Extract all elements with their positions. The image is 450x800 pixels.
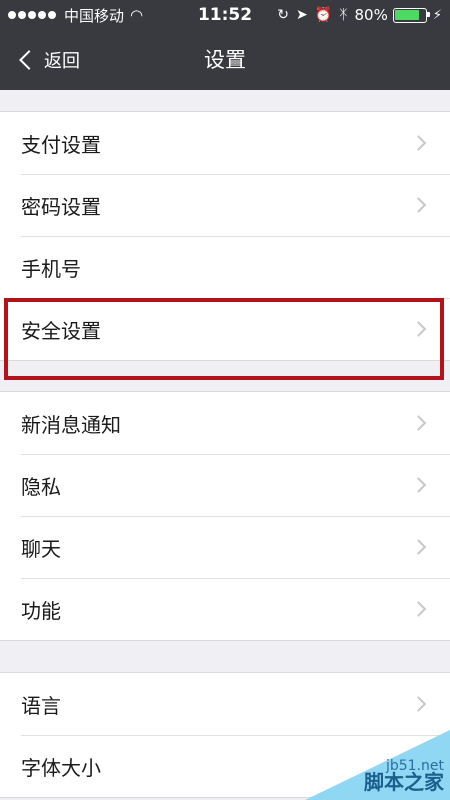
settings-item-privacy[interactable]: 隐私 xyxy=(0,454,450,516)
settings-item-language[interactable]: 语言 xyxy=(0,673,450,735)
chevron-right-icon xyxy=(410,415,427,431)
back-label: 返回 xyxy=(44,51,80,72)
chevron-left-icon xyxy=(19,50,39,70)
settings-group-account: 支付设置 密码设置 手机号 安全设置 xyxy=(0,111,450,361)
back-button[interactable]: 返回 xyxy=(16,30,80,90)
settings-item-font-size[interactable]: 字体大小 xyxy=(0,735,450,797)
settings-item-label: 隐私 xyxy=(21,474,61,499)
settings-item-label: 字体大小 xyxy=(21,755,101,780)
settings-item-label: 支付设置 xyxy=(21,132,101,157)
settings-group-general: 新消息通知 隐私 聊天 功能 xyxy=(0,391,450,641)
chevron-right-icon xyxy=(410,758,427,774)
status-bar: 中国移动 ◠ 11:52 ↻ ➤ ⏰ ᛡ 80% ⚡ xyxy=(0,0,450,30)
alarm-icon: ⏰ xyxy=(314,7,333,23)
status-left: 中国移动 ◠ xyxy=(8,0,143,30)
wifi-icon: ◠ xyxy=(130,6,144,24)
chevron-right-icon xyxy=(410,321,427,337)
settings-item-label: 密码设置 xyxy=(21,194,101,219)
battery-percent: 80% xyxy=(354,6,388,24)
carrier-label: 中国移动 xyxy=(64,6,125,25)
settings-item-label: 功能 xyxy=(21,598,61,623)
settings-item-features[interactable]: 功能 xyxy=(0,578,450,640)
chevron-right-icon xyxy=(410,696,427,712)
settings-item-label: 聊天 xyxy=(21,536,61,561)
bluetooth-icon: ᛡ xyxy=(339,7,348,23)
battery-icon xyxy=(392,7,430,23)
chevron-right-icon xyxy=(410,477,427,493)
status-right: ↻ ➤ ⏰ ᛡ 80% ⚡ xyxy=(270,0,442,30)
settings-item-security[interactable]: 安全设置 xyxy=(0,298,450,360)
location-icon: ➤ xyxy=(295,7,308,23)
settings-item-notifications[interactable]: 新消息通知 xyxy=(0,392,450,454)
signal-strength-icon xyxy=(8,11,58,19)
settings-item-label: 新消息通知 xyxy=(21,412,121,437)
battery-fill xyxy=(395,10,419,20)
chevron-right-icon xyxy=(410,135,427,151)
settings-item-label: 语言 xyxy=(21,693,61,718)
settings-item-payment[interactable]: 支付设置 xyxy=(0,112,450,174)
settings-item-label: 安全设置 xyxy=(21,318,101,343)
chevron-right-icon xyxy=(410,601,427,617)
nav-bar: 返回 设置 xyxy=(0,30,450,90)
rotation-lock-icon: ↻ xyxy=(277,7,289,23)
settings-item-label: 手机号 xyxy=(21,256,81,281)
settings-item-chat[interactable]: 聊天 xyxy=(0,516,450,578)
chevron-right-icon xyxy=(410,197,427,213)
chevron-right-icon xyxy=(410,539,427,555)
charging-icon: ⚡ xyxy=(432,7,442,23)
settings-group-display: 语言 字体大小 xyxy=(0,672,450,798)
settings-item-password[interactable]: 密码设置 xyxy=(0,174,450,236)
settings-item-phone[interactable]: 手机号 xyxy=(0,236,450,298)
